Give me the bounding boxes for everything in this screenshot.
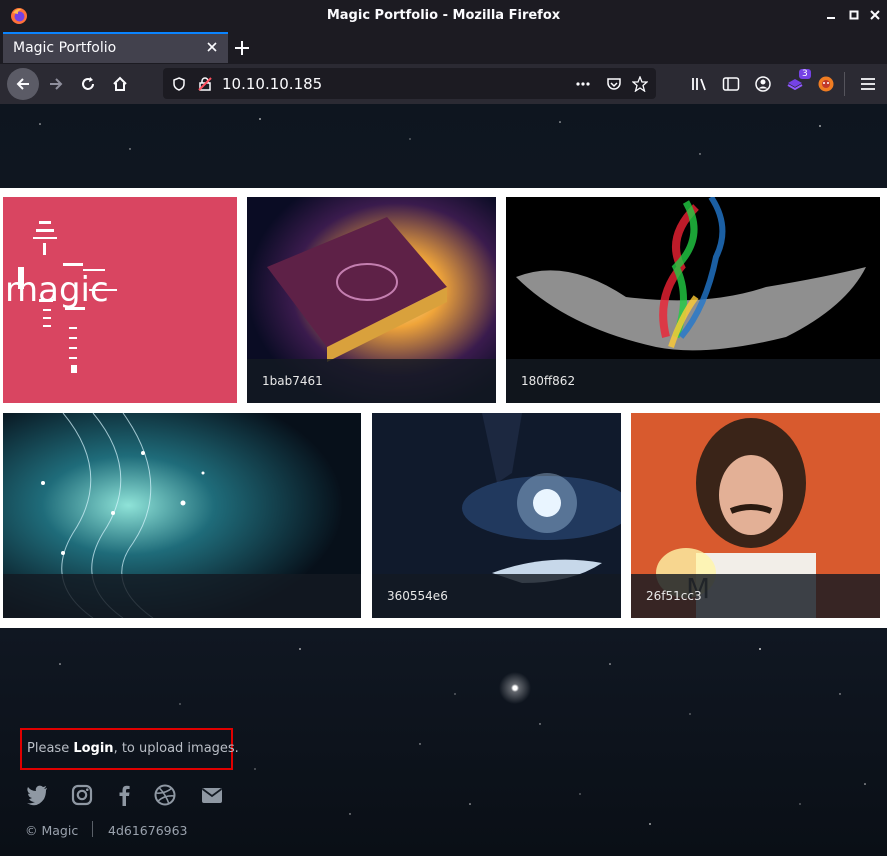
arrow-right-icon	[50, 78, 63, 90]
tab-label: Magic Portfolio	[13, 40, 117, 56]
gallery-tile-2[interactable]: 180ff862	[506, 197, 880, 403]
back-button[interactable]	[7, 68, 39, 100]
login-notice: Please Login, to upload images.	[27, 741, 239, 756]
footer-hash: 4d61676963	[108, 823, 188, 838]
tile-caption-text: 180ff862	[521, 374, 576, 388]
login-suffix: , to upload images.	[113, 741, 239, 756]
toolbar-separator	[844, 72, 845, 96]
page-content: magic 1bab7461 180ff862 360554e6 26f51cc…	[0, 104, 887, 856]
login-highlight-box: Please Login, to upload images.	[20, 728, 239, 770]
gallery-tile-1[interactable]: 1bab7461	[247, 197, 496, 403]
new-tab-button[interactable]	[234, 36, 250, 61]
tile-caption: 180ff862	[506, 359, 880, 403]
image-gallery: magic 1bab7461 180ff862 360554e6 26f51cc…	[0, 188, 887, 628]
library-icon[interactable]	[690, 74, 710, 94]
tile-caption: 1bab7461	[247, 359, 496, 403]
sidebar-icon[interactable]	[721, 74, 741, 94]
instagram-icon[interactable]	[70, 783, 94, 807]
forward-button[interactable]	[42, 70, 70, 98]
menu-button[interactable]	[858, 74, 878, 94]
extension-badge: 3	[799, 69, 811, 79]
close-window-button[interactable]	[868, 9, 882, 23]
page-actions-icon[interactable]	[575, 76, 591, 92]
pocket-icon[interactable]	[606, 76, 622, 92]
login-link[interactable]: Login	[73, 741, 113, 756]
gallery-tile-5[interactable]: M 26f51cc3	[631, 413, 880, 618]
hamburger-menu-icon	[861, 78, 875, 90]
account-icon[interactable]	[753, 74, 773, 94]
footer-divider	[92, 821, 93, 837]
close-icon	[870, 10, 880, 20]
bookmark-star-icon[interactable]	[632, 76, 648, 92]
url-text[interactable]: 10.10.10.185	[222, 75, 322, 93]
minimize-button[interactable]	[824, 9, 838, 23]
svg-text:magic: magic	[5, 270, 109, 310]
tab-strip: Magic Portfolio	[0, 32, 887, 64]
login-prefix: Please	[27, 741, 74, 756]
footer-copyright: © Magic	[25, 823, 79, 838]
magic-logo-icon: magic	[5, 221, 117, 373]
tab-close-button[interactable]	[207, 40, 217, 56]
window-title: Magic Portfolio - Mozilla Firefox	[326, 8, 561, 23]
arrow-left-icon	[16, 78, 29, 90]
maximize-button[interactable]	[847, 9, 861, 23]
window-titlebar: Magic Portfolio - Mozilla Firefox	[0, 0, 887, 32]
url-bar[interactable]: 10.10.10.185	[163, 68, 656, 99]
insecure-lock-icon[interactable]	[197, 76, 213, 92]
tile-caption-text: 1bab7461	[262, 374, 323, 388]
reload-button[interactable]	[74, 70, 102, 98]
tile-caption	[3, 574, 361, 618]
gallery-tile-4[interactable]: 360554e6	[372, 413, 621, 618]
foxyproxy-icon[interactable]	[816, 74, 836, 94]
gallery-tile-3[interactable]	[3, 413, 361, 618]
tile-caption-text: 360554e6	[387, 589, 448, 603]
plus-icon	[235, 41, 249, 55]
tile-caption: 26f51cc3	[631, 574, 880, 618]
home-button[interactable]	[106, 70, 134, 98]
tab-magic-portfolio[interactable]: Magic Portfolio	[3, 32, 228, 63]
maximize-icon	[849, 10, 859, 20]
navigation-toolbar: 10.10.10.185 3	[0, 64, 887, 104]
email-icon[interactable]	[200, 783, 224, 807]
tile-caption: 360554e6	[372, 574, 621, 618]
reload-icon	[82, 77, 94, 90]
dribbble-icon[interactable]	[153, 783, 177, 807]
gallery-tile-logo[interactable]: magic	[3, 197, 237, 403]
facebook-icon[interactable]	[112, 783, 136, 807]
twitter-icon[interactable]	[25, 783, 49, 807]
minimize-icon	[827, 17, 835, 19]
home-icon	[113, 76, 127, 91]
tile-caption-text: 26f51cc3	[646, 589, 702, 603]
shield-icon[interactable]	[171, 76, 187, 92]
close-icon	[207, 42, 217, 52]
